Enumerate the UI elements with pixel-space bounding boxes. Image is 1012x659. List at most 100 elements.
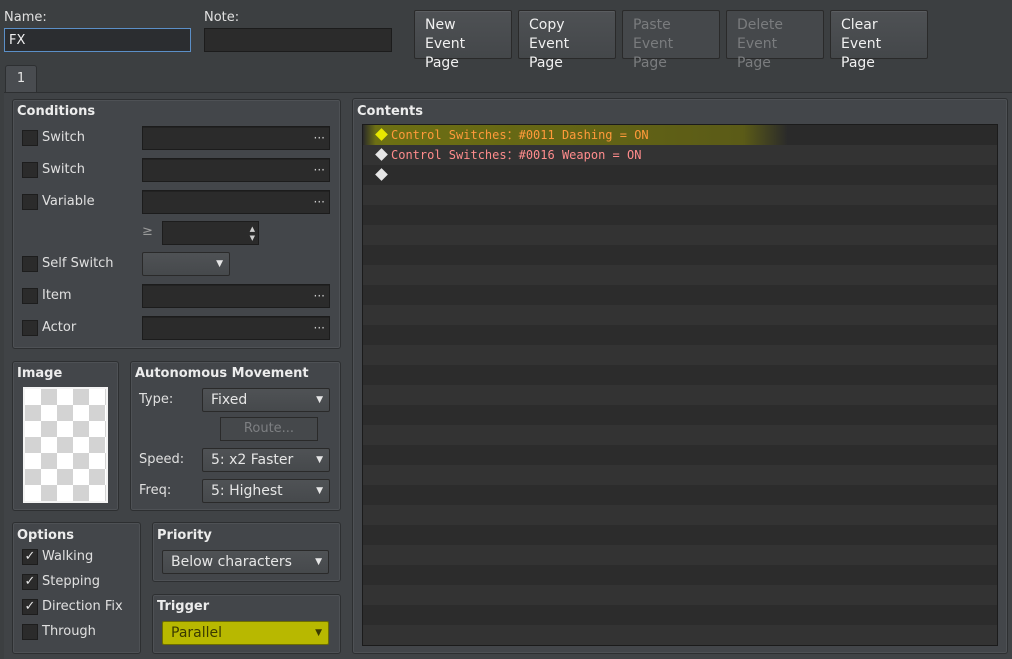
priority-select[interactable]: Below characters ▼ xyxy=(162,550,329,574)
speed-select[interactable]: 5: x2 Faster ▼ xyxy=(202,448,330,472)
tab-page-1[interactable]: 1 xyxy=(5,65,37,93)
paste-event-page-button[interactable]: Paste Event Page xyxy=(622,10,720,71)
freq-value: 5: Highest xyxy=(211,483,283,499)
conditions-title: Conditions xyxy=(17,104,96,119)
options-title: Options xyxy=(17,528,74,543)
switch2-checkbox[interactable] xyxy=(22,162,38,178)
empty-row[interactable] xyxy=(363,525,997,545)
empty-row[interactable] xyxy=(363,485,997,505)
movement-type-value: Fixed xyxy=(211,392,248,408)
button-line1: Paste xyxy=(633,17,671,33)
contents-title: Contents xyxy=(357,104,423,119)
trigger-select[interactable]: Parallel ▼ xyxy=(162,621,329,645)
chevron-down-icon: ▼ xyxy=(316,486,323,496)
item-field[interactable]: ··· xyxy=(142,284,330,308)
empty-row[interactable] xyxy=(363,205,997,225)
walking-label: Walking xyxy=(42,549,94,564)
empty-row[interactable] xyxy=(363,545,997,565)
button-line1: Clear xyxy=(841,17,878,33)
diamond-icon xyxy=(375,168,388,181)
item-label: Item xyxy=(42,288,72,303)
switch1-checkbox[interactable] xyxy=(22,130,38,146)
delete-event-page-button[interactable]: Delete Event Page xyxy=(726,10,824,71)
note-label: Note: xyxy=(204,10,240,25)
variable-checkbox[interactable] xyxy=(22,194,38,210)
empty-row[interactable] xyxy=(363,565,997,585)
type-label: Type: xyxy=(139,392,174,407)
empty-row[interactable] xyxy=(363,285,997,305)
command-row[interactable]: Control Switches：#0011 Dashing = ON xyxy=(363,125,997,145)
speed-label: Speed: xyxy=(139,452,185,467)
chevron-down-icon: ▼ xyxy=(316,455,323,465)
switch1-field[interactable]: ··· xyxy=(142,126,330,150)
copy-event-page-button[interactable]: Copy Event Page xyxy=(518,10,616,71)
chevron-down-icon: ▼ xyxy=(216,259,223,269)
name-input[interactable] xyxy=(4,28,191,52)
direction-fix-label: Direction Fix xyxy=(42,599,123,614)
empty-row[interactable] xyxy=(363,245,997,265)
button-line1: Delete xyxy=(737,17,783,33)
chevron-down-icon: ▼ xyxy=(316,395,323,405)
stepping-checkbox[interactable]: ✓ xyxy=(22,574,38,590)
freq-label: Freq: xyxy=(139,483,172,498)
trigger-title: Trigger xyxy=(157,599,210,614)
command-row[interactable] xyxy=(363,165,997,185)
chevron-down-icon: ▼ xyxy=(315,628,322,638)
empty-row[interactable] xyxy=(363,305,997,325)
new-event-page-button[interactable]: New Event Page xyxy=(414,10,512,71)
empty-row[interactable] xyxy=(363,385,997,405)
empty-row[interactable] xyxy=(363,505,997,525)
command-text: Control Switches：#0011 Dashing = ON xyxy=(391,128,649,142)
switch2-label: Switch xyxy=(42,162,85,177)
gte-symbol: ≥ xyxy=(142,224,153,239)
button-line1: New xyxy=(425,17,456,33)
empty-row[interactable] xyxy=(363,345,997,365)
empty-row[interactable] xyxy=(363,325,997,345)
clear-event-page-button[interactable]: Clear Event Page xyxy=(830,10,928,71)
empty-row[interactable] xyxy=(363,585,997,605)
command-row[interactable]: Control Switches：#0016 Weapon = ON xyxy=(363,145,997,165)
empty-row[interactable] xyxy=(363,225,997,245)
empty-row[interactable] xyxy=(363,465,997,485)
walking-checkbox[interactable]: ✓ xyxy=(22,549,38,565)
event-image-preview[interactable] xyxy=(23,387,108,503)
button-line2: Event Page xyxy=(633,36,674,71)
trigger-value: Parallel xyxy=(171,625,223,641)
spin-up-icon[interactable]: ▲ xyxy=(250,225,255,233)
self-switch-select[interactable]: ▼ xyxy=(142,252,230,276)
switch2-field[interactable]: ··· xyxy=(142,158,330,182)
empty-row[interactable] xyxy=(363,265,997,285)
empty-row[interactable] xyxy=(363,365,997,385)
actor-label: Actor xyxy=(42,320,77,335)
actor-field[interactable]: ··· xyxy=(142,316,330,340)
image-title: Image xyxy=(17,366,63,381)
button-line1: Copy xyxy=(529,17,565,33)
note-input[interactable] xyxy=(204,28,392,52)
variable-value-spinner[interactable]: ▲ ▼ xyxy=(162,221,259,245)
spin-down-icon[interactable]: ▼ xyxy=(250,234,255,242)
name-label: Name: xyxy=(4,10,47,25)
ellipsis-icon: ··· xyxy=(313,131,325,145)
command-list[interactable]: Control Switches：#0011 Dashing = ON Contr… xyxy=(362,124,998,646)
through-label: Through xyxy=(42,624,96,639)
empty-row[interactable] xyxy=(363,445,997,465)
freq-select[interactable]: 5: Highest ▼ xyxy=(202,479,330,503)
self-switch-checkbox[interactable] xyxy=(22,256,38,272)
through-checkbox[interactable] xyxy=(22,624,38,640)
diamond-icon xyxy=(375,148,388,161)
actor-checkbox[interactable] xyxy=(22,320,38,336)
empty-row[interactable] xyxy=(363,405,997,425)
self-switch-label: Self Switch xyxy=(42,256,114,271)
variable-label: Variable xyxy=(42,194,95,209)
empty-row[interactable] xyxy=(363,625,997,645)
movement-type-select[interactable]: Fixed ▼ xyxy=(202,388,330,412)
variable-field[interactable]: ··· xyxy=(142,190,330,214)
item-checkbox[interactable] xyxy=(22,288,38,304)
route-button[interactable]: Route... xyxy=(220,417,318,441)
empty-row[interactable] xyxy=(363,605,997,625)
button-line2: Event Page xyxy=(841,36,882,71)
ellipsis-icon: ··· xyxy=(313,321,325,335)
empty-row[interactable] xyxy=(363,185,997,205)
direction-fix-checkbox[interactable]: ✓ xyxy=(22,599,38,615)
empty-row[interactable] xyxy=(363,425,997,445)
